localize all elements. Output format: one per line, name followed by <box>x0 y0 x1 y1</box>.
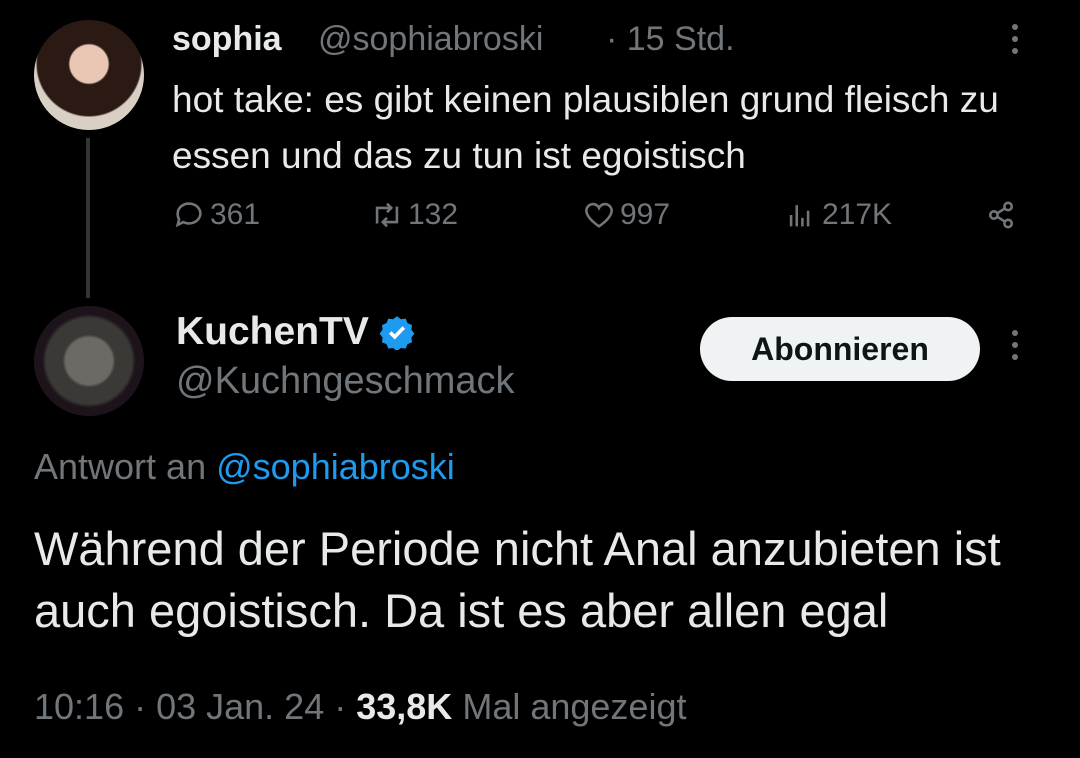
reply-button[interactable]: 361 <box>172 198 260 232</box>
like-icon <box>585 202 613 228</box>
avatar-sophia[interactable] <box>34 20 144 130</box>
retweet-button[interactable]: 132 <box>370 198 458 232</box>
tweet-text: hot take: es gibt keinen plausiblen grun… <box>172 79 999 176</box>
share-button[interactable] <box>984 198 1022 232</box>
views-button[interactable]: 217K <box>784 198 892 232</box>
views-icon <box>789 205 810 227</box>
author-handle[interactable]: @Kuchngeschmack <box>176 360 515 403</box>
retweet-count: 132 <box>408 198 459 231</box>
tweet-text: Während der Periode nicht Anal anzubiete… <box>34 522 1001 637</box>
tweet-meta: 10:16 · 03 Jan. 24 · 33,8K Mal angezeigt <box>34 686 686 728</box>
author-name[interactable]: sophia <box>172 20 282 59</box>
like-count: 997 <box>620 198 671 231</box>
tweet-time[interactable]: · 15 Std. <box>606 20 735 59</box>
more-icon[interactable] <box>1012 330 1018 366</box>
views-count: 217K <box>822 198 893 231</box>
reply-count: 361 <box>210 198 261 231</box>
like-button[interactable]: 997 <box>582 198 670 232</box>
tweet-actions: 361 132 997 217K <box>172 198 1032 246</box>
author-handle[interactable]: @sophiabroski <box>318 20 543 59</box>
reply-mention-link[interactable]: @sophiabroski <box>216 446 455 487</box>
follow-button[interactable]: Abonnieren <box>700 317 980 381</box>
author-name-kuchentv[interactable]: KuchenTV <box>176 310 415 354</box>
reply-icon <box>175 202 202 228</box>
reply-prefix: Antwort an <box>34 446 207 487</box>
share-icon <box>988 201 1014 229</box>
more-icon[interactable] <box>1012 24 1018 60</box>
author-name: KuchenTV <box>176 310 369 353</box>
verified-badge-icon <box>379 316 415 350</box>
retweet-icon <box>375 202 399 228</box>
tweet-timestamp[interactable]: 10:16 · 03 Jan. 24 · <box>34 686 346 727</box>
thread-line <box>86 138 90 298</box>
view-label: Mal angezeigt <box>462 686 687 727</box>
view-count: 33,8K <box>356 686 453 727</box>
avatar-kuchentv[interactable] <box>34 306 144 416</box>
reply-context: Antwort an @sophiabroski <box>34 446 455 488</box>
